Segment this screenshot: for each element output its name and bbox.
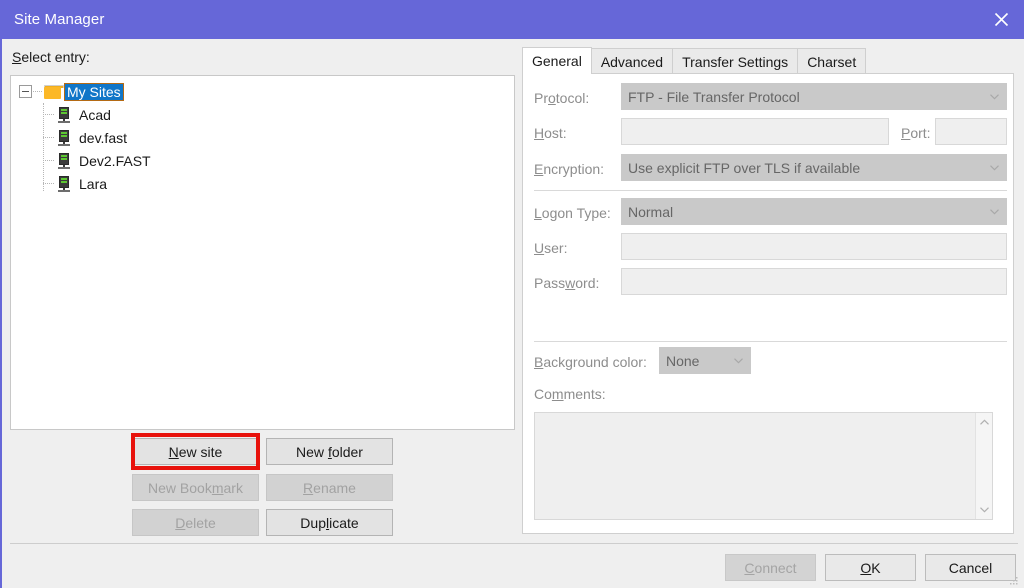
title-bar: Site Manager — [0, 0, 1024, 39]
new-folder-button[interactable]: New folder — [266, 438, 393, 465]
server-icon — [57, 152, 71, 169]
duplicate-button[interactable]: Duplicate — [266, 509, 393, 536]
tree-node-label: My Sites — [64, 82, 124, 101]
background-color-select[interactable]: None — [659, 347, 751, 374]
settings-tabs: General Advanced Transfer Settings Chars… — [522, 47, 867, 74]
new-site-button[interactable]: New site — [132, 438, 259, 465]
tree-node-acad[interactable]: Acad — [11, 103, 514, 126]
divider — [534, 190, 1007, 191]
rename-button[interactable]: Rename — [266, 474, 393, 501]
tree-node-my-sites[interactable]: My Sites — [11, 80, 514, 103]
tree-node-label: Lara — [79, 175, 108, 192]
tree-connector — [33, 91, 42, 92]
tree-node-label: dev.fast — [79, 129, 127, 146]
resize-grip[interactable] — [1007, 574, 1019, 586]
rename-label: ename — [313, 479, 356, 496]
tree-connector — [43, 160, 54, 161]
logon-type-label: Logon Type: — [534, 205, 611, 221]
server-icon — [57, 175, 71, 192]
background-color-value: None — [666, 352, 700, 369]
select-entry-label-rest: elect entry: — [21, 49, 90, 65]
connect-button[interactable]: Connect — [725, 554, 816, 581]
divider — [534, 341, 1007, 342]
duplicate-label: icate — [329, 514, 359, 531]
scroll-up-icon[interactable] — [979, 413, 989, 431]
new-bookmark-button[interactable]: New Bookmark — [132, 474, 259, 501]
delete-label: elete — [185, 514, 216, 531]
encryption-value: Use explicit FTP over TLS if available — [628, 159, 861, 176]
host-label: Host: — [534, 125, 567, 141]
protocol-value: FTP - File Transfer Protocol — [628, 88, 800, 105]
delete-button[interactable]: Delete — [132, 509, 259, 536]
port-label: Port: — [901, 125, 931, 141]
user-input[interactable] — [621, 233, 1007, 260]
ok-button[interactable]: OK — [825, 554, 916, 581]
comments-scrollbar[interactable] — [975, 413, 992, 519]
tab-charset[interactable]: Charset — [797, 48, 867, 74]
encryption-label: Encryption: — [534, 161, 605, 177]
new-site-label: ew site — [178, 443, 223, 460]
ok-label: K — [871, 559, 881, 576]
protocol-select[interactable]: FTP - File Transfer Protocol — [621, 83, 1007, 110]
folder-icon — [44, 84, 64, 99]
encryption-select[interactable]: Use explicit FTP over TLS if available — [621, 154, 1007, 181]
close-icon[interactable] — [978, 0, 1024, 39]
general-tab-panel: Protocol: FTP - File Transfer Protocol H… — [522, 73, 1014, 534]
background-color-label: Background color: — [534, 354, 647, 370]
chevron-down-icon — [990, 164, 999, 171]
tree-node-dev2-fast[interactable]: Dev2.FAST — [11, 149, 514, 172]
cancel-button[interactable]: Cancel — [925, 554, 1016, 581]
server-icon — [57, 129, 71, 146]
tree-connector — [43, 114, 54, 115]
comments-label: Comments: — [534, 386, 606, 402]
tab-transfer-settings-label: Transfer Settings — [682, 53, 789, 70]
tree-connector — [43, 137, 54, 138]
chevron-down-icon — [990, 208, 999, 215]
tree-connector — [43, 183, 54, 184]
site-manager-dialog: Site Manager Select entry: My Sites Acad… — [0, 0, 1024, 588]
comments-textarea[interactable] — [534, 412, 993, 520]
tab-advanced[interactable]: Advanced — [590, 48, 674, 74]
tree-node-dev-fast[interactable]: dev.fast — [11, 126, 514, 149]
scroll-down-icon[interactable] — [979, 501, 989, 519]
tree-node-label: Acad — [79, 106, 111, 123]
tree-expander-icon[interactable] — [19, 85, 32, 98]
password-input[interactable] — [621, 268, 1007, 295]
logon-type-value: Normal — [628, 203, 674, 220]
cancel-label: Cancel — [948, 559, 993, 576]
site-tree[interactable]: My Sites Acad dev.fast Dev2.FAST Lara — [10, 75, 515, 430]
tab-general[interactable]: General — [522, 47, 592, 74]
server-icon — [57, 106, 71, 123]
new-folder-label: older — [331, 443, 363, 460]
tab-advanced-label: Advanced — [600, 53, 664, 70]
window-title: Site Manager — [14, 11, 105, 28]
tab-general-label: General — [532, 53, 582, 69]
user-label: User: — [534, 240, 568, 256]
port-input[interactable] — [935, 118, 1007, 145]
footer-divider — [10, 543, 1018, 544]
tab-transfer-settings[interactable]: Transfer Settings — [672, 48, 799, 74]
host-input[interactable] — [621, 118, 889, 145]
tab-charset-label: Charset — [807, 53, 857, 70]
chevron-down-icon — [734, 357, 743, 364]
select-entry-label: Select entry: — [12, 49, 90, 65]
chevron-down-icon — [990, 93, 999, 100]
connect-label: onnect — [754, 559, 797, 576]
password-label: Password: — [534, 275, 600, 291]
logon-type-select[interactable]: Normal — [621, 198, 1007, 225]
tree-node-label: Dev2.FAST — [79, 152, 151, 169]
protocol-label: Protocol: — [534, 90, 590, 106]
new-bookmark-label: ark — [223, 479, 243, 496]
tree-node-lara[interactable]: Lara — [11, 172, 514, 195]
